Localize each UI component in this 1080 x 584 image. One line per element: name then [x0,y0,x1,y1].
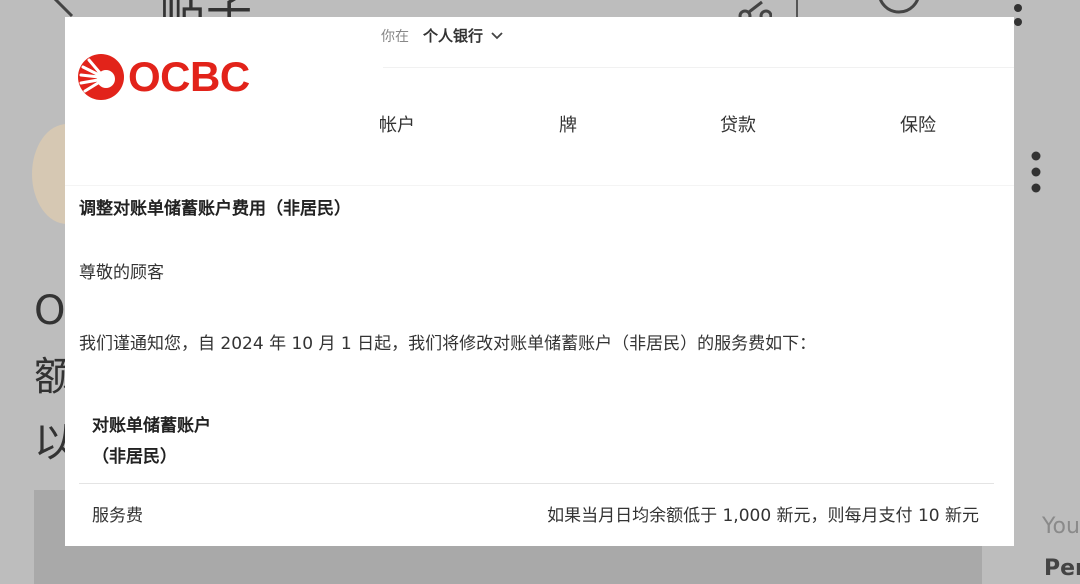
fee-table-header: 对账单储蓄账户 （非居民） [92,411,211,473]
nav-divider [65,185,1014,186]
background-side-text-bold: Per [1044,556,1080,581]
bank-notice-screenshot: OCBC 你在 个人银行 帐户 牌 贷款 保险 调整对账单储蓄账户费用（非居民）… [65,17,1014,546]
ocbc-sun-emblem-icon [78,54,124,100]
nav-item-loans[interactable]: 贷款 [720,111,756,137]
fee-row-label: 服务费 [92,506,143,526]
notice-title: 调整对账单储蓄账户费用（非居民） [79,199,351,219]
nav-item-cards[interactable]: 牌 [559,111,577,137]
back-arrow-icon[interactable] [50,0,106,18]
main-nav: 帐户 牌 贷款 保险 [65,111,1014,137]
notice-greeting: 尊敬的顾客 [79,263,164,283]
chevron-down-icon [491,31,503,39]
brand-name: OCBC [128,53,250,100]
nav-item-accounts[interactable]: 帐户 [379,111,415,137]
fee-table-header-line: 对账单储蓄账户 [92,416,211,436]
ocbc-logo[interactable]: OCBC [77,53,250,101]
fee-row-value: 如果当月日均余额低于 1,000 新元，则每月支付 10 新元 [547,506,979,526]
segment-label: 你在 [381,28,409,45]
notice-intro: 我们谨通知您，自 2024 年 10 月 1 日起，我们将修改对账单储蓄账户（非… [79,334,817,354]
background-side-text: You [1042,514,1080,539]
header-divider [383,67,1014,68]
post-more-options-icon[interactable] [1026,150,1046,198]
segment-selector[interactable]: 你在 个人银行 [381,25,503,46]
fee-table-divider [79,483,994,484]
fee-table-header-line: （非居民） [92,447,177,467]
search-icon[interactable] [876,0,922,16]
segment-value: 个人银行 [423,27,484,45]
nav-item-insurance[interactable]: 保险 [900,111,936,137]
